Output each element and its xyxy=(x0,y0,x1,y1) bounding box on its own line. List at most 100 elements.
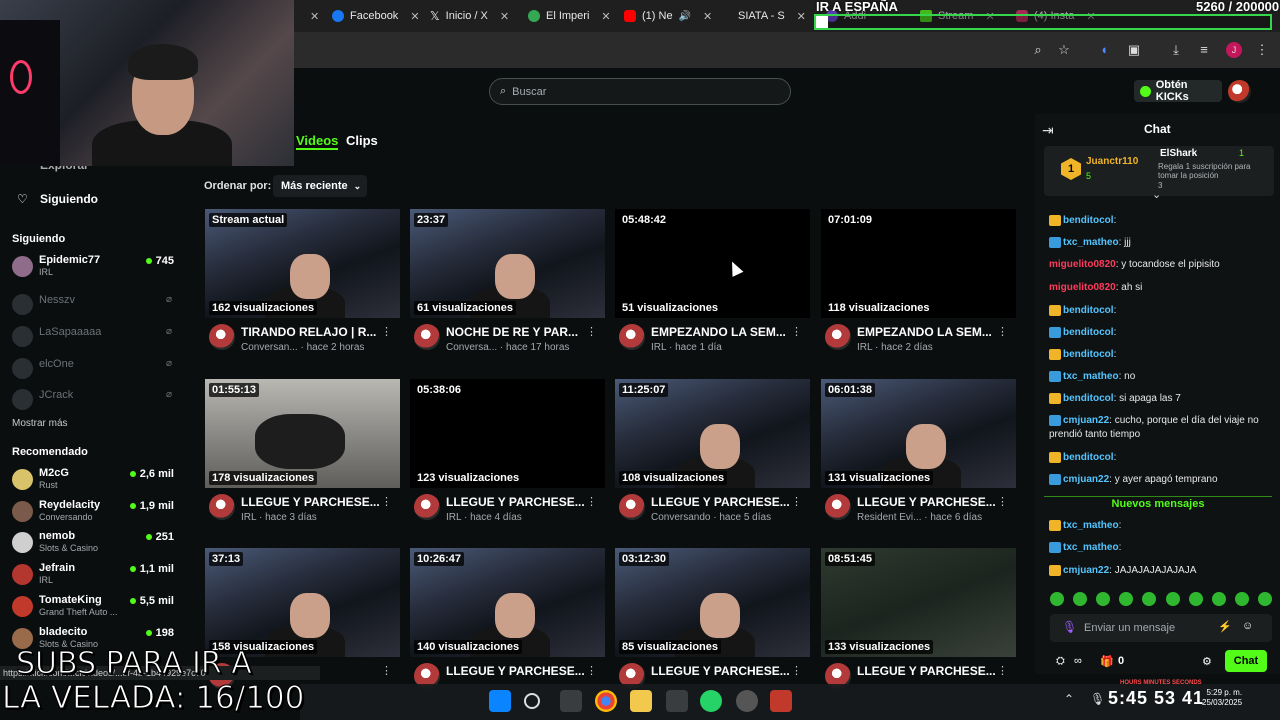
sort-select[interactable]: Más reciente ⌄ xyxy=(273,175,367,197)
new-messages-divider[interactable]: Nuevos mensajes xyxy=(1044,496,1272,512)
emote-icon[interactable] xyxy=(1119,592,1134,606)
system-clock[interactable]: 5:29 p. m. 25/03/2025 xyxy=(1202,688,1242,708)
obs-icon[interactable] xyxy=(736,690,758,712)
emote-icon[interactable] xyxy=(1050,592,1064,606)
expand-pinned-icon[interactable]: ⌄ xyxy=(1152,188,1161,201)
gift-icon[interactable]: 🎁 xyxy=(1100,655,1114,668)
tab-x[interactable]: 𝕏 Inicio / X ✕ xyxy=(422,0,518,32)
chat-username[interactable]: benditocol xyxy=(1063,393,1114,404)
sidebar-item-jefrain[interactable]: Jefrain IRL 1,1 mil xyxy=(12,562,174,592)
more-options-icon[interactable]: ⋮ xyxy=(997,664,1008,677)
sidebar-item-m2cg[interactable]: M2cG Rust 2,6 mil xyxy=(12,467,174,497)
sidebar-item-jcrack[interactable]: JCrack ⌀ xyxy=(12,387,174,417)
send-chat-button[interactable]: Chat xyxy=(1225,650,1267,672)
sidebar-item-elcone[interactable]: elcOne ⌀ xyxy=(12,356,174,386)
command-icon[interactable]: ⚡ xyxy=(1218,620,1232,633)
avatar[interactable] xyxy=(825,494,851,520)
avatar[interactable] xyxy=(1228,80,1251,103)
profile-avatar-icon[interactable]: J xyxy=(1226,42,1242,58)
avatar[interactable] xyxy=(209,324,235,350)
video-title[interactable]: LLEGUE Y PARCHESE... xyxy=(651,495,799,509)
avatar[interactable] xyxy=(825,324,851,350)
emote-icon[interactable] xyxy=(1073,592,1088,606)
chat-username[interactable]: benditocol xyxy=(1063,305,1114,316)
close-icon[interactable]: ✕ xyxy=(410,10,419,23)
video-thumbnail[interactable]: 10:26:47 140 visualizaciones xyxy=(410,548,605,657)
settings-gear-icon[interactable]: ⚙ xyxy=(1202,655,1212,668)
sidebar-item-nesszv[interactable]: Nesszv ⌀ xyxy=(12,292,174,322)
chat-username[interactable]: benditocol xyxy=(1063,327,1114,338)
more-options-icon[interactable]: ⋮ xyxy=(586,495,597,508)
taskbar-search-icon[interactable] xyxy=(524,693,540,709)
chrome-icon[interactable] xyxy=(595,690,617,712)
sidebar-siguiendo-link[interactable]: Siguiendo xyxy=(40,192,98,206)
chat-username[interactable]: txc_matheo xyxy=(1063,237,1119,248)
windows-start-icon[interactable] xyxy=(489,690,511,712)
extensions-icon[interactable]: ▣ xyxy=(1126,42,1142,58)
video-title[interactable]: EMPEZANDO LA SEM... xyxy=(651,325,799,339)
emote-icon[interactable] xyxy=(1188,592,1203,606)
video-category[interactable]: IRL xyxy=(857,342,872,353)
video-thumbnail[interactable]: 11:25:07 108 visualizaciones xyxy=(615,379,810,488)
chat-username[interactable]: txc_matheo xyxy=(1063,542,1119,553)
emote-icon[interactable] xyxy=(1257,592,1272,606)
tab-youtube[interactable]: (1) Ne 🔊 ✕ xyxy=(616,0,716,32)
video-title[interactable]: LLEGUE Y PARCHESE... xyxy=(857,664,1005,678)
video-thumbnail[interactable]: 06:01:38 131 visualizaciones xyxy=(821,379,1016,488)
video-card[interactable]: 23:37 61 visualizaciones NOCHE DE RE Y PAR… xyxy=(410,209,605,369)
chat-username[interactable]: txc_matheo xyxy=(1063,371,1119,382)
more-options-icon[interactable]: ⋮ xyxy=(791,325,802,338)
tab-close-current[interactable]: ✕ xyxy=(296,0,319,32)
video-category[interactable]: Resident Evi... xyxy=(857,512,921,523)
zoom-icon[interactable]: ⌕ xyxy=(1030,42,1046,58)
app-red-icon[interactable] xyxy=(770,690,792,712)
chat-username[interactable]: benditocol xyxy=(1063,349,1114,360)
mic-icon[interactable]: 🎙 xyxy=(1062,620,1077,634)
chat-username[interactable]: cmjuan22 xyxy=(1063,415,1109,426)
get-kicks-button[interactable]: Obtén KICKs xyxy=(1134,79,1222,103)
collapse-chat-icon[interactable]: ⇥ xyxy=(1042,122,1054,139)
chat-username[interactable]: miguelito0820 xyxy=(1049,282,1116,293)
search-input[interactable]: ⌕ Buscar xyxy=(489,78,791,105)
video-card[interactable]: 06:01:38 131 visualizaciones LLEGUE Y PARC… xyxy=(821,379,1016,539)
video-title[interactable]: EMPEZANDO LA SEM... xyxy=(857,325,1005,339)
emote-icon[interactable] xyxy=(1165,592,1180,606)
emote-icon[interactable] xyxy=(1211,592,1226,606)
chat-username[interactable]: miguelito0820 xyxy=(1049,259,1116,270)
download-icon[interactable]: ⤓ xyxy=(1168,42,1184,58)
chat-username[interactable]: txc_matheo xyxy=(1063,520,1119,531)
emoji-icon[interactable]: ☺ xyxy=(1242,620,1253,632)
avatar[interactable] xyxy=(619,494,645,520)
sidebar-item-lasapaaaaa[interactable]: LaSapaaaaa ⌀ xyxy=(12,324,174,354)
video-category[interactable]: Conversa... xyxy=(446,342,497,353)
video-thumbnail[interactable]: 05:38:06 123 visualizaciones xyxy=(410,379,605,488)
tab-clips[interactable]: Clips xyxy=(346,133,378,148)
chat-message-input[interactable]: Enviar un mensaje xyxy=(1050,614,1272,642)
avatar[interactable] xyxy=(619,324,645,350)
video-thumbnail[interactable]: 03:12:30 85 visualizaciones xyxy=(615,548,810,657)
close-icon[interactable]: ✕ xyxy=(500,10,509,23)
close-icon[interactable]: ✕ xyxy=(703,10,712,23)
task-view-icon[interactable] xyxy=(560,690,582,712)
emote-icon[interactable] xyxy=(1234,592,1249,606)
more-options-icon[interactable]: ⋮ xyxy=(586,325,597,338)
avatar[interactable] xyxy=(414,494,440,520)
avatar[interactable] xyxy=(414,324,440,350)
app-icon[interactable] xyxy=(666,690,688,712)
video-card[interactable]: 05:38:06 123 visualizaciones LLEGUE Y PARC… xyxy=(410,379,605,539)
tab-maps[interactable]: El Imperi ✕ xyxy=(520,0,620,32)
menu-dots-icon[interactable]: ⋮ xyxy=(1254,42,1270,58)
video-card[interactable]: 07:01:09 118 visualizaciones EMPEZANDO LA … xyxy=(821,209,1016,369)
video-title[interactable]: TIRANDO RELAJO | R... xyxy=(241,325,389,339)
video-card[interactable]: 11:25:07 108 visualizaciones LLEGUE Y PARC… xyxy=(615,379,810,539)
file-explorer-icon[interactable] xyxy=(630,690,652,712)
video-card[interactable]: 05:48:42 51 visualizaciones EMPEZANDO LA S… xyxy=(615,209,810,369)
emote-icon[interactable] xyxy=(1142,592,1157,606)
community-icon[interactable]: ⛭ xyxy=(1056,655,1065,668)
more-options-icon[interactable]: ⋮ xyxy=(381,325,392,338)
chat-username[interactable]: benditocol xyxy=(1063,452,1114,463)
media-icon[interactable]: ≡ xyxy=(1196,42,1212,58)
video-category[interactable]: IRL xyxy=(651,342,666,353)
video-card[interactable]: 01:55:13 178 visualizaciones LLEGUE Y PARC… xyxy=(205,379,400,539)
video-title[interactable]: LLEGUE Y PARCHESE... xyxy=(446,664,594,678)
